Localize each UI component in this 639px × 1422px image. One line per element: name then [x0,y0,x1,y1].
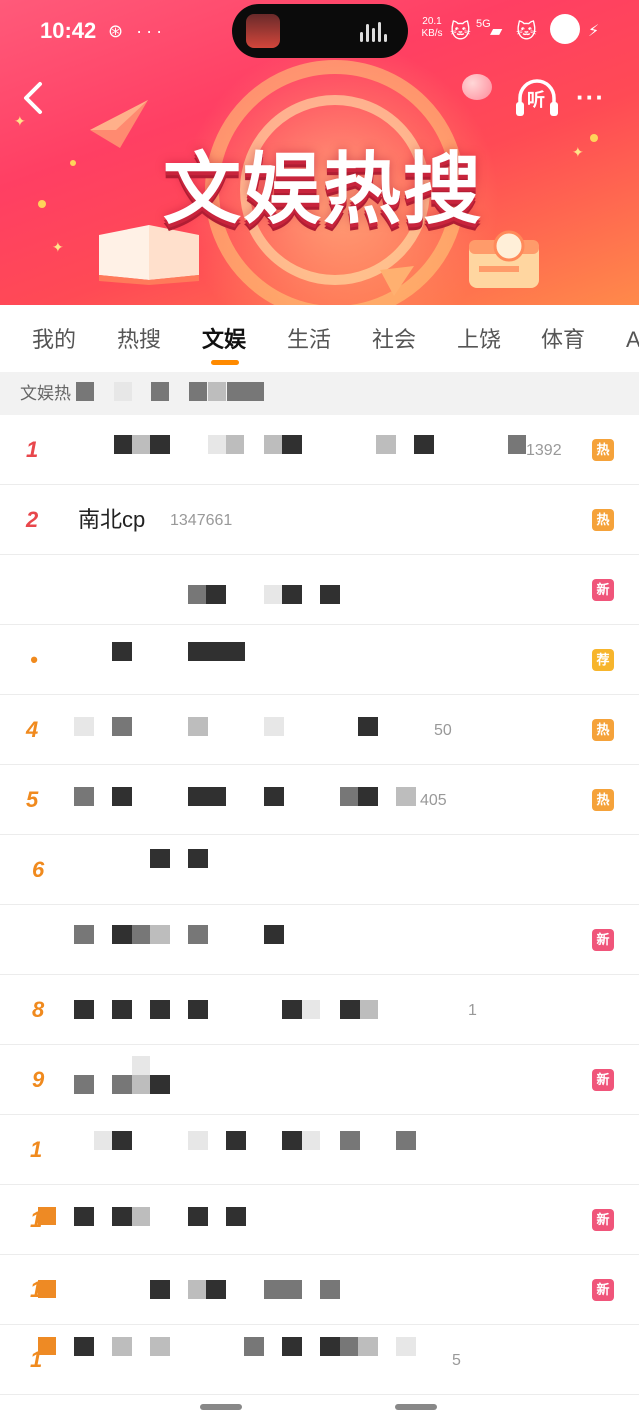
bottom-gesture-bar [200,1404,242,1410]
heat-count: 1347661 [170,512,233,529]
listen-button[interactable]: 听 [514,76,560,120]
cat-icon: 🐱 [516,21,537,43]
tab-mine[interactable]: 我的 [32,323,76,357]
active-tab-indicator [211,360,239,365]
heat-count: 5 [452,1352,461,1369]
new-badge: 新 [592,929,614,951]
status-right-icons: 5G 🐱 ▰ 🐱 ⚡ [450,14,610,46]
recommended-badge: 荐 [592,649,614,671]
charging-icon: ⚡ [588,23,600,40]
tab-life[interactable]: 生活 [287,323,331,357]
battery-icon [550,14,580,44]
redacted-block [151,382,169,401]
audio-wave-icon [360,22,390,42]
redacted-topic [40,625,480,695]
cat-icon: 🐱 [450,21,471,43]
list-item[interactable]: 4 50 热 [0,695,639,765]
list-item[interactable]: 2 南北cp 1347661 热 [0,485,639,555]
more-button[interactable]: ··· [576,84,616,114]
heat-count: 1 [468,1002,477,1019]
redacted-topic [40,1325,480,1395]
network-speed-unit: KB/s [421,28,443,39]
balloon-decoration [462,74,492,100]
signal-icon: ▰ [490,23,503,40]
list-item[interactable]: 1 [0,1115,639,1185]
redacted-block [227,382,264,401]
redacted-topic [40,1255,480,1325]
redacted-topic [40,555,480,625]
redacted-block [189,382,207,401]
list-item[interactable]: 8 1 [0,975,639,1045]
redacted-topic [40,765,480,835]
header-banner: ✦ ✦ ✦ ✦ 文娱热搜 10:42 ⊛ ··· 20.1 KB/s 5G 🐱 … [0,0,639,305]
redacted-topic [40,975,480,1045]
redacted-topic [40,905,480,975]
redacted-topic [40,1115,480,1185]
triangle-decoration [380,266,414,296]
sparkle-icon: ✦ [52,239,64,255]
rank-number: 2 [26,507,39,532]
list-item[interactable]: 1 新 [0,1185,639,1255]
section-header: 文娱热 [0,372,639,415]
now-playing-thumbnail [246,14,280,48]
list-item[interactable]: 1 5 [0,1325,639,1395]
listen-label: 听 [527,90,545,110]
redacted-block [76,382,94,401]
dot-decoration [38,200,46,208]
list-item[interactable]: 5 405 热 [0,765,639,835]
dot-decoration [590,134,598,142]
list-item[interactable]: 1 新 [0,1255,639,1325]
tab-local[interactable]: 上饶 [457,323,501,357]
tab-more[interactable]: A [626,323,639,357]
list-item[interactable]: • 荐 [0,625,639,695]
new-badge: 新 [592,1069,614,1091]
tab-sports[interactable]: 体育 [541,323,585,357]
hot-search-list: 1 1392 热 2 南北cp 1347661 热 新 • 荐 4 50 热 5… [0,415,639,1395]
status-icons: ⊛ ··· [108,21,167,41]
hot-badge: 热 [592,719,614,741]
tab-entertainment[interactable]: 文娱 [202,323,246,357]
back-button[interactable] [16,78,52,118]
tab-society[interactable]: 社会 [372,323,416,357]
status-time: 10:42 [40,18,97,43]
bottom-gesture-bar [395,1404,437,1410]
dot-decoration [70,160,76,166]
new-badge: 新 [592,579,614,601]
new-badge: 新 [592,1209,614,1231]
list-item[interactable]: 新 [0,905,639,975]
category-tabs: 我的 热搜 文娱 生活 社会 上饶 体育 A [0,305,639,371]
sparkle-icon: ✦ [572,144,584,160]
heat-count: 50 [434,722,452,739]
redacted-block [208,382,226,401]
hot-badge: 热 [592,789,614,811]
heat-count: 405 [420,792,447,809]
redacted-topic [40,415,526,485]
section-label: 文娱热 [20,384,71,403]
network-speed-value: 20.1 [422,16,442,27]
list-item[interactable]: 9 新 [0,1045,639,1115]
hot-badge: 热 [592,509,614,531]
network-type: 5G [476,18,491,30]
list-item[interactable]: 1 1392 热 [0,415,639,485]
heat-count: 1392 [526,442,562,459]
tab-hot-search[interactable]: 热搜 [117,323,161,357]
network-speed: 20.1 KB/s [418,16,446,40]
redacted-block [114,382,132,401]
hot-badge: 热 [592,439,614,461]
topic-title: 南北cp [78,507,146,532]
redacted-topic [40,835,480,905]
dynamic-island[interactable] [232,4,408,58]
redacted-topic [40,1185,480,1255]
list-item[interactable]: 新 [0,555,639,625]
redacted-topic [40,1045,480,1115]
redacted-topic [40,695,480,765]
page-title: 文娱热搜 [162,145,483,235]
new-badge: 新 [592,1279,614,1301]
list-item[interactable]: 6 [0,835,639,905]
